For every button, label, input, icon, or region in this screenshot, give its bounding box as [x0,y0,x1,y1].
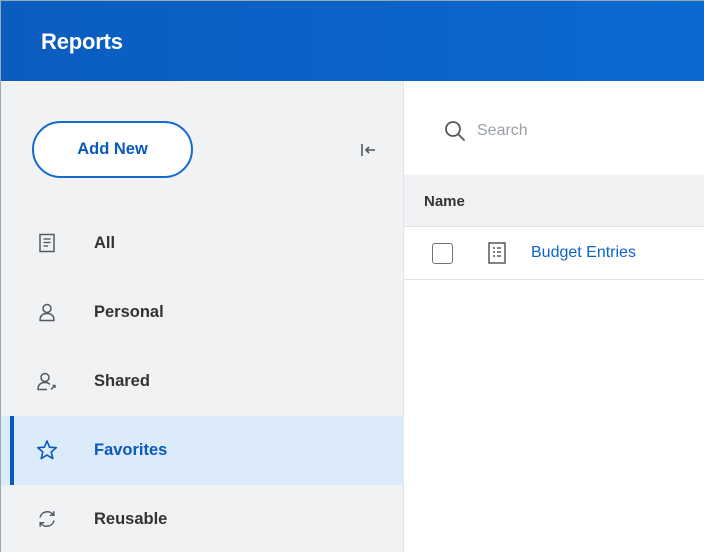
table-row[interactable]: Budget Entries [404,227,704,280]
add-new-button[interactable]: Add New [32,121,193,178]
sidebar-item-label: Personal [94,303,164,321]
refresh-icon [35,507,59,531]
sidebar-item-personal[interactable]: Personal [1,278,404,347]
page-title: Reports [41,29,123,54]
shared-person-icon [35,369,59,393]
row-checkbox[interactable] [432,243,453,264]
document-list-icon [35,231,59,255]
person-icon [35,300,59,324]
collapse-left-icon [361,144,375,156]
report-link[interactable]: Budget Entries [531,244,636,262]
table-header: Name [404,175,704,227]
sidebar-item-label: Shared [94,372,150,390]
sidebar-item-favorites[interactable]: Favorites [1,416,404,485]
app-header: Reports [1,1,704,81]
sidebar-item-label: Reusable [94,510,168,528]
report-grid-icon [488,242,506,264]
sidebar-item-label: All [94,234,116,252]
search-input[interactable] [477,116,687,146]
sidebar-item-label: Favorites [94,441,168,459]
sidebar-item-reusable[interactable]: Reusable [1,485,404,552]
column-header-name[interactable]: Name [424,193,465,210]
sidebar-item-shared[interactable]: Shared [1,347,404,416]
sidebar-item-all[interactable]: All [1,209,404,278]
star-icon [35,438,59,462]
search-icon [445,121,465,141]
collapse-sidebar-button[interactable] [356,138,382,162]
